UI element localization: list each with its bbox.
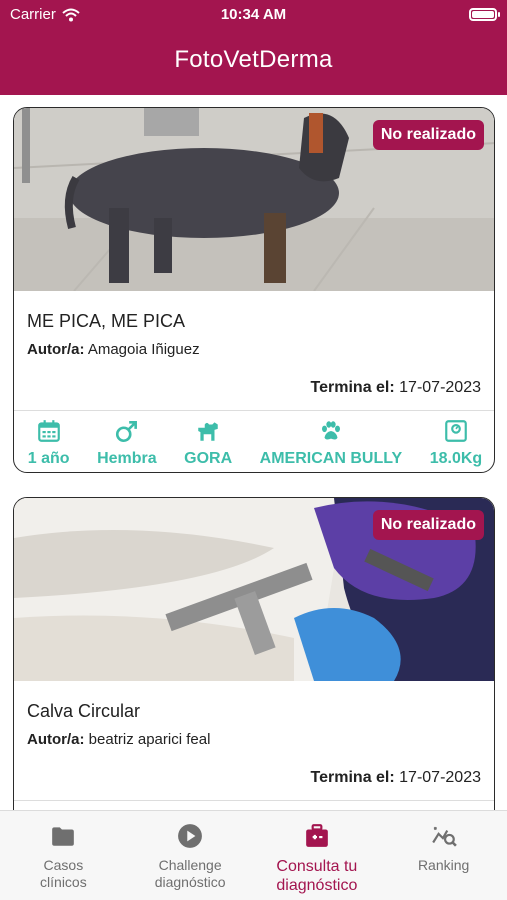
case-feed[interactable]: No realizado ME PICA, ME PICA Autor/a: A… [0,95,507,810]
tab-ranking[interactable]: Ranking [380,811,507,900]
author-name: beatriz aparici feal [88,731,211,748]
case-card[interactable]: No realizado ME PICA, ME PICA Autor/a: A… [13,107,495,473]
app-header: Carrier 10:34 AM FotoVetDerma [0,0,507,95]
author-label: Autor/a: [27,341,85,358]
end-date: 17-07-2023 [399,379,481,396]
stat-size: GORA [184,413,232,468]
case-stats: 1 año Hembra GORA AMERICAN BULLY 18.0Kg [14,413,494,468]
age-value: 1 año [27,450,70,467]
page-title: FotoVetDerma [174,46,333,73]
author-line: Autor/a: beatriz aparici feal [27,731,210,748]
sex-value: Hembra [97,450,157,467]
end-label: Termina el: [310,769,395,786]
stat-sex: Hembra [97,413,157,468]
stat-age: 1 año [28,413,70,468]
folder-icon [52,827,75,846]
tab-challenge[interactable]: Challenge diagnóstico [127,811,254,900]
status-badge: No realizado [372,120,484,150]
calendar-icon [37,420,60,442]
paw-icon [321,421,340,440]
male-symbol-icon [115,421,137,443]
size-value: GORA [184,450,233,467]
clock: 10:34 AM [220,6,287,23]
status-badge: No realizado [372,510,484,540]
tab-bar: Casos clínicos Challenge diagnóstico Con… [0,810,507,900]
tab-label: Challenge diagnóstico [154,857,226,890]
case-photo: No realizado [14,498,494,681]
case-title: Calva Circular [27,701,141,721]
tab-consulta[interactable]: Consulta tu diagnóstico [254,811,381,900]
tab-label: Ranking [417,857,470,873]
case-title: ME PICA, ME PICA [27,311,186,331]
author-label: Autor/a: [27,731,85,748]
end-date-line: Termina el: 17-07-2023 [311,769,481,787]
battery-icon [469,8,500,21]
case-photo: No realizado [14,108,494,291]
chart-search-icon [431,826,457,847]
medical-kit-icon [306,824,328,847]
author-line: Autor/a: Amagoia Iñiguez [27,341,200,358]
tab-label: Consulta tu diagnóstico [276,858,358,894]
tab-label: Casos clínicos [40,857,87,890]
end-date-line: Termina el: 17-07-2023 [311,379,481,397]
case-card[interactable]: No realizado Calva Circular Autor/a: bea… [13,497,495,810]
end-label: Termina el: [310,379,395,396]
divider [14,410,494,411]
breed-value: AMERICAN BULLY [259,450,403,467]
dog-icon [198,422,218,441]
end-date: 17-07-2023 [399,769,481,786]
play-icon [178,824,203,848]
divider [14,800,494,801]
stat-weight: 18.0Kg [430,413,482,468]
tab-casos-clinicos[interactable]: Casos clínicos [0,811,127,900]
scale-icon [445,420,467,442]
author-name: Amagoia Iñiguez [87,341,200,358]
weight-value: 18.0Kg [429,450,483,467]
status-bar: Carrier 10:34 AM [0,6,507,26]
stat-breed: AMERICAN BULLY [259,413,403,468]
